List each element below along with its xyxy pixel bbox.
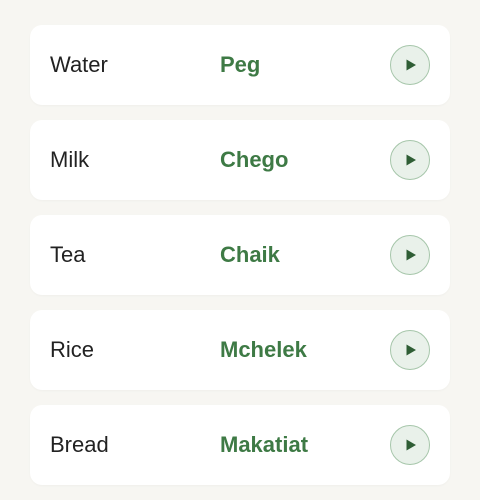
translation-label: Chaik — [220, 242, 280, 267]
play-audio-button[interactable] — [390, 425, 430, 465]
play-audio-button[interactable] — [390, 45, 430, 85]
play-icon — [406, 154, 416, 166]
word-label: Water — [50, 52, 108, 77]
list-item: Bread Makatiat — [30, 405, 450, 485]
play-audio-button[interactable] — [390, 330, 430, 370]
translation-label: Makatiat — [220, 432, 309, 457]
word-label: Bread — [50, 432, 109, 457]
list-item: Water Peg — [30, 25, 450, 105]
word-label: Tea — [50, 242, 86, 267]
play-icon — [406, 344, 416, 356]
word-label: Rice — [50, 337, 95, 362]
list-item: Rice Mchelek — [30, 310, 450, 390]
word-label: Milk — [50, 147, 90, 172]
list-item: Milk Chego — [30, 120, 450, 200]
vocabulary-list: Water Peg Milk Chego Tea Chaik Rice Mche… — [30, 25, 450, 500]
play-audio-button[interactable] — [390, 235, 430, 275]
play-audio-button[interactable] — [390, 140, 430, 180]
translation-label: Chego — [220, 147, 289, 172]
play-icon — [406, 439, 416, 451]
translation-label: Mchelek — [220, 337, 307, 362]
translation-label: Peg — [220, 52, 261, 77]
play-icon — [406, 249, 416, 261]
list-item: Tea Chaik — [30, 215, 450, 295]
play-icon — [406, 59, 416, 71]
